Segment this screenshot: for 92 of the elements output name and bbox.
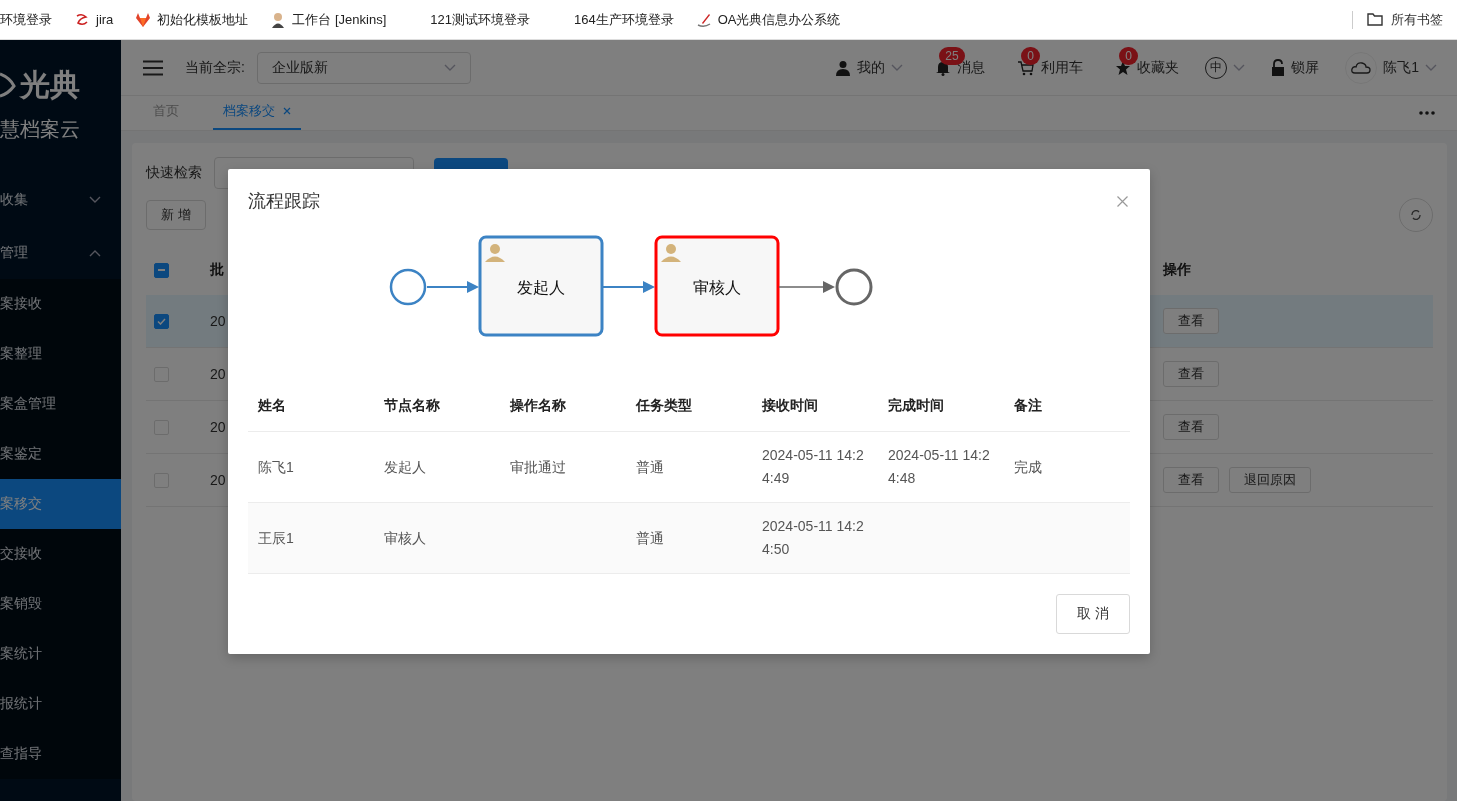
figure-icon bbox=[270, 11, 287, 28]
fox-icon bbox=[135, 11, 152, 28]
header-link[interactable]: 收藏夹 bbox=[1137, 58, 1180, 77]
action-button[interactable]: 退回原因 bbox=[1229, 467, 1311, 493]
action-button[interactable]: 查看 bbox=[1163, 308, 1219, 334]
table-cell: 2024-05-11 14:24:50 bbox=[762, 518, 864, 557]
check-icon bbox=[157, 317, 166, 325]
count-badge: 0 bbox=[1119, 46, 1138, 65]
close-button[interactable] bbox=[1115, 193, 1130, 209]
app-subtitle: 慧档案云 bbox=[0, 117, 81, 142]
person-icon bbox=[661, 244, 681, 262]
fonds-label: 当前全宗: bbox=[185, 58, 245, 77]
bookmark-link[interactable]: OA光典信息办公系统 bbox=[717, 10, 841, 29]
dash-icon bbox=[158, 269, 165, 271]
sidebar-item[interactable]: 案盒管理 bbox=[0, 379, 121, 429]
column-header: 接收时间 bbox=[762, 397, 818, 413]
task-label: 发起人 bbox=[517, 279, 565, 296]
chevron-icon bbox=[1233, 63, 1246, 72]
table-cell: 普通 bbox=[636, 529, 664, 546]
header-link[interactable]: 我的 bbox=[857, 58, 886, 77]
table-cell: 20 bbox=[210, 313, 226, 329]
action-button[interactable]: 查看 bbox=[1163, 361, 1219, 387]
refresh-icon bbox=[1411, 210, 1421, 220]
header-link[interactable]: 锁屏 bbox=[1291, 58, 1320, 77]
chevron-icon bbox=[891, 63, 904, 72]
cancel-button[interactable]: 取 消 bbox=[1056, 594, 1130, 634]
table-cell: 20 bbox=[210, 366, 226, 382]
user-icon bbox=[835, 59, 852, 76]
add-button[interactable]: 新 增 bbox=[146, 200, 206, 230]
task-label: 审核人 bbox=[693, 279, 741, 296]
sidebar-item[interactable]: 案移交 bbox=[0, 479, 121, 529]
chevron-icon bbox=[89, 248, 101, 257]
bookmark-link[interactable]: 164生产环境登录 bbox=[573, 10, 674, 29]
checkbox[interactable] bbox=[154, 313, 169, 329]
sidebar-item[interactable]: 案接收 bbox=[0, 279, 121, 329]
chevron-icon bbox=[89, 195, 101, 204]
action-button[interactable]: 查看 bbox=[1163, 467, 1219, 493]
bookmark-link[interactable]: 所有书签 bbox=[1391, 10, 1443, 29]
column-header: 任务类型 bbox=[636, 397, 692, 413]
folder-icon bbox=[1367, 13, 1383, 26]
logo-text: 光典 bbox=[20, 66, 80, 103]
table-cell: 完成 bbox=[1014, 458, 1042, 475]
user-name[interactable]: 陈飞1 bbox=[1383, 58, 1419, 77]
bookmark-link[interactable]: 121测试环境登录 bbox=[430, 10, 530, 29]
swirl-icon bbox=[74, 11, 90, 28]
bookmark-link[interactable]: 环境登录 bbox=[0, 10, 52, 29]
column-header: 批 bbox=[210, 261, 224, 277]
bookmark-link[interactable]: 初始化模板地址 bbox=[157, 10, 249, 29]
cloud-icon bbox=[1351, 61, 1372, 74]
sidebar-item[interactable]: 案销毁 bbox=[0, 579, 121, 629]
column-header: 节点名称 bbox=[384, 397, 440, 413]
more-icon[interactable] bbox=[1419, 111, 1435, 115]
table-cell: 陈飞1 bbox=[258, 458, 294, 475]
table-cell: 20 bbox=[210, 419, 226, 435]
sidebar-item[interactable]: 报统计 bbox=[0, 679, 121, 729]
bookmark-link[interactable]: 工作台 [Jenkins] bbox=[292, 10, 387, 29]
chevron-icon bbox=[443, 63, 456, 72]
dialog-title: 流程跟踪 bbox=[248, 190, 320, 213]
chevron-icon bbox=[1425, 63, 1437, 72]
column-header: 完成时间 bbox=[888, 397, 944, 413]
sidebar-item[interactable]: 查指导 bbox=[0, 729, 121, 779]
count-badge: 0 bbox=[1021, 46, 1040, 65]
action-button[interactable]: 查看 bbox=[1163, 414, 1219, 440]
menu-icon[interactable] bbox=[143, 59, 163, 76]
table-cell: 审批通过 bbox=[510, 458, 566, 475]
cart-icon bbox=[1017, 59, 1036, 76]
search-label: 快速检索 bbox=[146, 164, 202, 182]
column-header: 姓名 bbox=[258, 397, 286, 413]
lock-icon bbox=[1271, 59, 1286, 76]
pen-icon bbox=[695, 11, 712, 28]
sidebar-item[interactable]: 案统计 bbox=[0, 629, 121, 679]
column-header: 操作名称 bbox=[510, 397, 566, 413]
bookmark-link[interactable]: jira bbox=[96, 12, 114, 27]
table-cell: 20 bbox=[210, 472, 226, 488]
fonds-select[interactable]: 企业版新 bbox=[256, 51, 471, 84]
column-header: 备注 bbox=[1014, 397, 1042, 413]
table-cell: 普通 bbox=[636, 458, 664, 475]
person-icon bbox=[485, 244, 505, 262]
checkbox[interactable] bbox=[154, 262, 169, 278]
close-icon[interactable] bbox=[283, 107, 291, 115]
page-tab[interactable]: 档案移交 bbox=[213, 102, 301, 130]
table-cell: 审核人 bbox=[384, 529, 426, 546]
table-cell: 王辰1 bbox=[258, 529, 294, 546]
sidebar-item[interactable]: 案鉴定 bbox=[0, 429, 121, 479]
logo-icon bbox=[0, 70, 16, 100]
table-cell: 发起人 bbox=[384, 458, 426, 475]
header-link[interactable]: 利用车 bbox=[1041, 58, 1084, 77]
table-cell: 2024-05-11 14:24:49 bbox=[762, 447, 864, 486]
column-header: 操作 bbox=[1163, 261, 1191, 279]
sidebar-item[interactable]: 交接收 bbox=[0, 529, 121, 579]
sidebar-item[interactable]: 案整理 bbox=[0, 329, 121, 379]
table-cell: 2024-05-11 14:24:48 bbox=[888, 447, 990, 486]
